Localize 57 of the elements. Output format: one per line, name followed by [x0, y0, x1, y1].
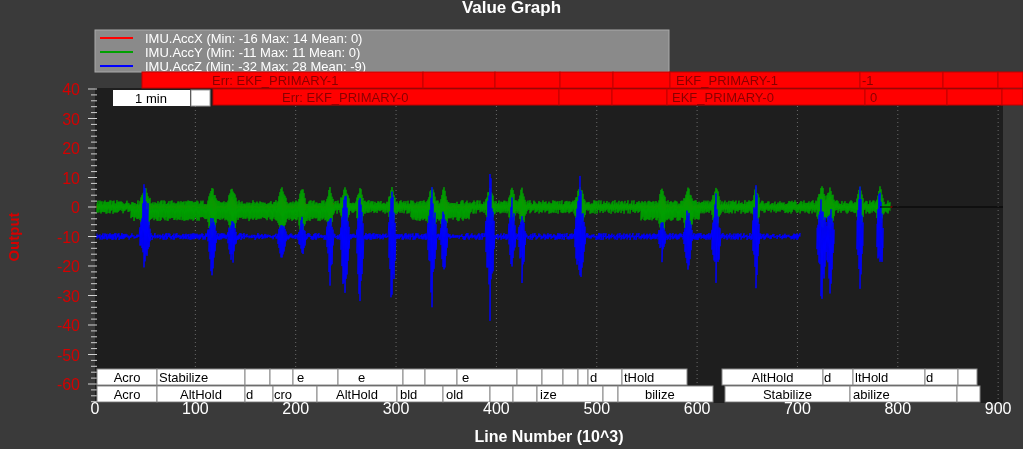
mode-label: e [297, 370, 305, 385]
mode-label: d [824, 370, 832, 385]
x-tick-label: 900 [984, 400, 1012, 417]
y-tick-label: -10 [56, 228, 80, 246]
y-tick-label: 30 [62, 110, 80, 128]
y-tick-label: 40 [62, 81, 80, 98]
y-axis-title: Output [5, 212, 22, 262]
mode-label: e [462, 370, 470, 385]
mode-label: e [358, 370, 366, 385]
y-tick-label: -20 [56, 258, 80, 275]
y-tick-label: -30 [56, 287, 80, 305]
y-tick-label: 0 [71, 199, 80, 216]
y-tick-label: -60 [56, 376, 80, 393]
x-tick-label: 100 [182, 400, 209, 417]
mode-label: d [590, 370, 598, 385]
mode-label: old [446, 387, 464, 402]
x-tick-label: 700 [784, 400, 811, 417]
x-axis-title: Line Number (10^3) [474, 428, 624, 445]
legend-label: IMU.AccY (Min: -11 Max: 11 Mean: 0) [145, 45, 361, 60]
y-tick-label: -40 [56, 317, 80, 334]
timeline-segment [190, 89, 211, 107]
event-label: Err: EKF_PRIMARY-0 [282, 90, 409, 105]
event-label: EKF_PRIMARY-1 [676, 73, 778, 88]
chart-title: Value Graph [460, 0, 563, 19]
legend-label: IMU.AccX (Min: -16 Max: 14 Mean: 0) [145, 31, 363, 46]
x-tick-label: 300 [382, 400, 410, 417]
event-label: EKF_PRIMARY-0 [672, 90, 774, 105]
x-tick-label: 200 [282, 400, 310, 417]
mode-label: bilize [645, 387, 675, 402]
event-label: -1 [862, 73, 874, 88]
mode-label: cro [274, 387, 293, 402]
x-tick-label: 600 [683, 400, 711, 417]
mode-label: AltHold [751, 370, 794, 385]
y-tick-label: -50 [56, 346, 80, 364]
mode-label: AltHold [336, 387, 378, 402]
x-tick-label: 800 [884, 400, 912, 417]
mode-label: ize [540, 387, 557, 402]
mode-label: Acro [113, 387, 141, 402]
y-tick-label: 20 [62, 140, 80, 157]
mode-label: tHold [624, 370, 655, 385]
mode-label: bld [400, 387, 418, 402]
mode-label: abilize [853, 387, 890, 402]
mode-label: d [926, 370, 934, 385]
y-tick-label: 10 [62, 169, 80, 187]
mode-label: ltHold [855, 370, 889, 385]
legend-label: IMU.AccZ (Min: -32 Max: 28 Mean: -9) [145, 59, 367, 74]
event-label: Err: EKF_PRIMARY-1 [212, 73, 339, 88]
mode-label: AltHold [180, 387, 222, 402]
event-label: 0 [870, 90, 878, 105]
mode-label: Stabilize [159, 370, 209, 385]
mode-label: Stabilize [762, 387, 813, 402]
x-tick-label: 500 [583, 400, 611, 417]
time-scale-label: 1 min [135, 91, 167, 106]
mode-label: d [246, 387, 254, 402]
x-tick-label: 400 [483, 400, 510, 417]
x-tick-label: 0 [90, 400, 100, 417]
mode-label: Acro [113, 370, 141, 385]
